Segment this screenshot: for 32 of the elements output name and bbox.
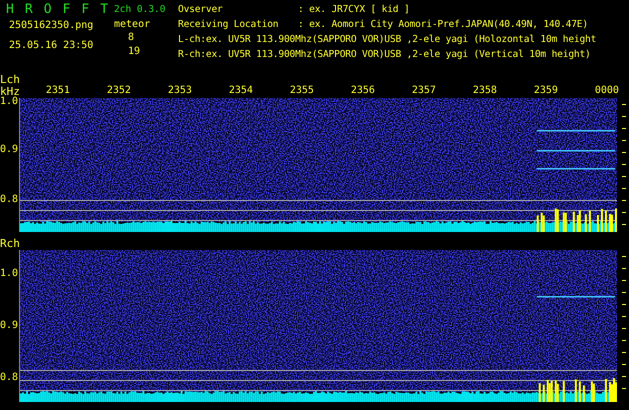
channel-label: Rch [0,238,20,250]
axis-label: 0.9 [0,320,18,332]
time-label: 2358 [472,84,498,98]
info-label: Receiving Location [178,18,280,32]
timestamp: 25.05.16 23:50 [8,39,94,53]
info-value: : ex. Aomori City Aomori-Pref.JAPAN(40.49N, 140.47E) [298,18,588,32]
time-label: 2351 [46,84,71,98]
file-name: 2505162350.png [8,19,94,33]
app-title: H R O F F T [5,2,111,18]
time-label: 2355 [290,84,315,98]
info-value: : ex. JR7CYX [ kid ] [298,3,410,17]
time-label: 2357 [412,84,437,98]
axis-label: 0.8 [0,194,18,206]
meteor-count: 8 [127,32,136,44]
time-label: 2356 [350,84,376,98]
time-label: 2354 [228,84,254,98]
channel-label: Lch [0,74,20,86]
channel-info: L-ch:ex. UV5R 113.900Mhz(SAPPORO VOR)USB ,2-ele yagi (Holozontal 10m height [178,33,596,47]
unit-label: kHz [0,86,20,98]
time-label: 2352 [106,84,132,98]
axis-label: 0.9 [0,144,18,156]
channel-info: R-ch:ex. UV5R 113.900Mhz(SAPPORO VOR)USB ,2-ele yagi (Vertical 10m height) [178,48,591,62]
axis-label: 0.8 [0,372,18,384]
meteor-label: meteor [114,18,152,32]
time-label: 2353 [168,84,193,98]
time-label: 0000 [594,84,620,98]
time-label: 2359 [534,84,559,98]
version-label: 2ch 0.3.0 [114,3,166,17]
meteor-count: 19 [127,45,142,59]
axis-label: 1.0 [0,268,18,280]
info-label: Ovserver [178,3,224,17]
axis-label: 1.0 [0,96,18,108]
